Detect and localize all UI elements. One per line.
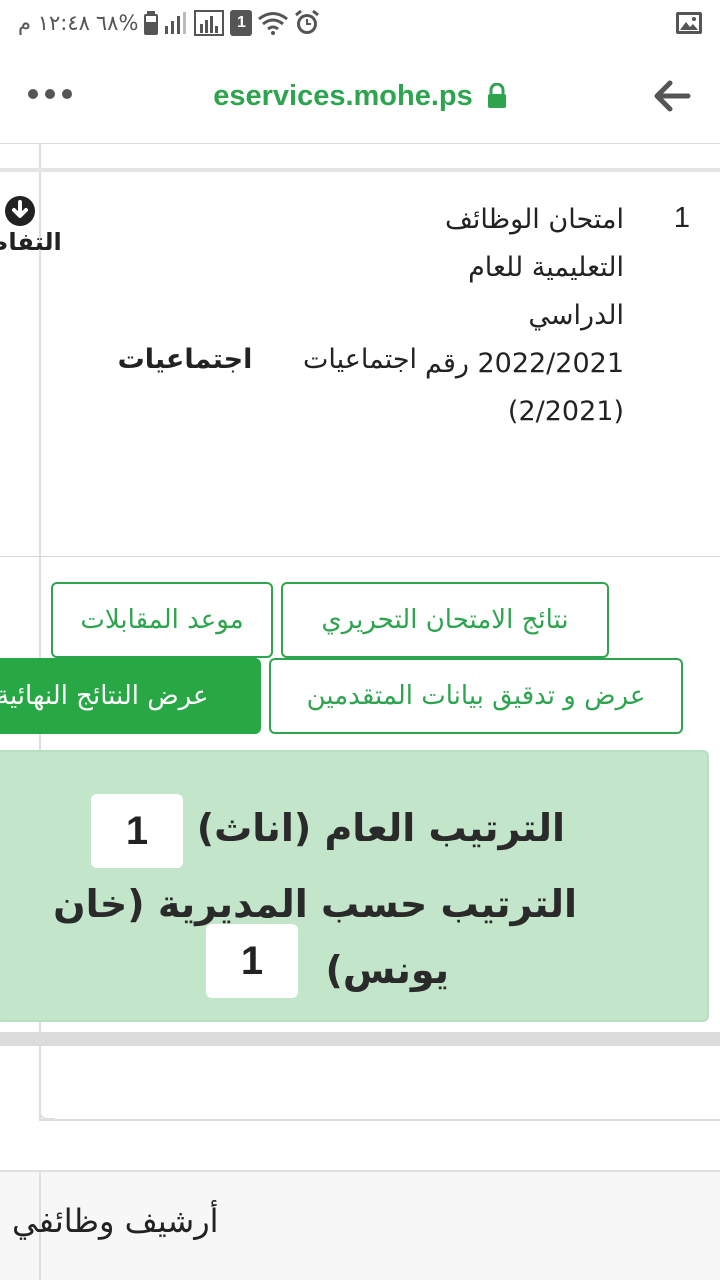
lock-icon	[487, 83, 506, 108]
sim-icon: 1	[230, 10, 253, 36]
status-bar: ١٢:٤٨ م ٦٨% 1	[0, 0, 720, 46]
more-icon[interactable]	[28, 76, 78, 112]
url-text: eservices.mohe.ps	[213, 79, 473, 112]
page-content: 1 امتحان الوظائف التعليمية للعام الدراسي…	[0, 144, 720, 1280]
general-rank-label: الترتيب العام (اناث)	[196, 806, 565, 850]
directorate-rank-value: 1	[206, 924, 298, 998]
browser-toolbar: eservices.mohe.ps	[0, 46, 720, 144]
exam-specialization: اجتماعيات	[117, 344, 253, 375]
interview-date-button[interactable]: موعد المقابلات	[51, 582, 273, 658]
battery-percent: ٦٨%	[95, 11, 139, 35]
general-rank-value: 1	[91, 794, 183, 868]
status-left: ١٢:٤٨ م ٦٨% 1	[18, 8, 320, 38]
battery-icon	[144, 11, 159, 35]
back-arrow-icon[interactable]	[652, 78, 692, 114]
card-corner	[39, 1104, 55, 1120]
directorate-rank-label: الترتيب حسب المديرية (خان	[53, 882, 577, 926]
archive-section[interactable]: أرشيف وظائفي	[0, 1170, 720, 1280]
archive-title[interactable]: أرشيف وظائفي	[12, 1202, 219, 1240]
exam-name: امتحان الوظائف التعليمية للعام الدراسي 2…	[424, 204, 624, 427]
row-number: 1	[673, 202, 690, 234]
exam-department: اجتماعيات	[302, 344, 418, 375]
wifi-icon	[258, 12, 289, 35]
final-results-button[interactable]: عرض النتائج النهائية	[0, 658, 261, 734]
row-separator	[0, 556, 720, 557]
ranking-alert: الترتيب العام (اناث) 1 الترتيب حسب المدي…	[0, 750, 709, 1022]
directorate-rank-label-cont: يونس)	[325, 948, 449, 992]
alarm-icon	[295, 10, 320, 34]
image-icon	[676, 12, 702, 34]
table-bottom-border	[0, 1032, 720, 1046]
card-bottom-border	[39, 1119, 720, 1121]
review-applicants-button[interactable]: عرض و تدقيق بيانات المتقدمين	[269, 658, 683, 734]
details-link[interactable]: التفاصيل	[0, 228, 74, 256]
signal-icon-2	[194, 10, 225, 36]
details-label: التفاصيل	[0, 228, 62, 256]
address-bar[interactable]: eservices.mohe.ps	[160, 74, 560, 118]
download-icon[interactable]	[5, 196, 35, 226]
table-top-border	[0, 168, 720, 172]
status-time: ١٢:٤٨ م	[18, 11, 90, 35]
signal-icon	[165, 12, 187, 34]
written-results-button[interactable]: نتائج الامتحان التحريري	[281, 582, 609, 658]
